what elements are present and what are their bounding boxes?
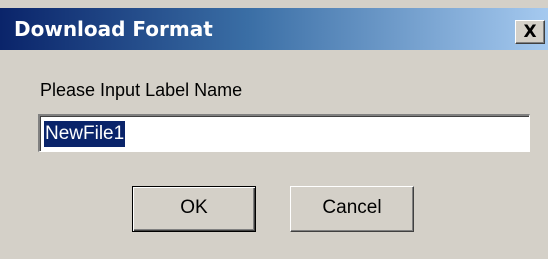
dialog-title: Download Format <box>14 17 213 41</box>
cancel-button[interactable]: Cancel <box>290 186 414 232</box>
label-name-value: NewFile1 <box>44 121 126 147</box>
download-format-dialog: Download Format X Please Input Label Nam… <box>0 0 550 259</box>
title-bar[interactable]: Download Format X <box>0 8 550 50</box>
close-button[interactable]: X <box>515 20 545 44</box>
label-name-prompt: Please Input Label Name <box>40 80 243 100</box>
label-name-input[interactable]: NewFile1 <box>38 114 530 152</box>
ok-button[interactable]: OK <box>132 186 256 232</box>
close-icon: X <box>523 22 537 42</box>
